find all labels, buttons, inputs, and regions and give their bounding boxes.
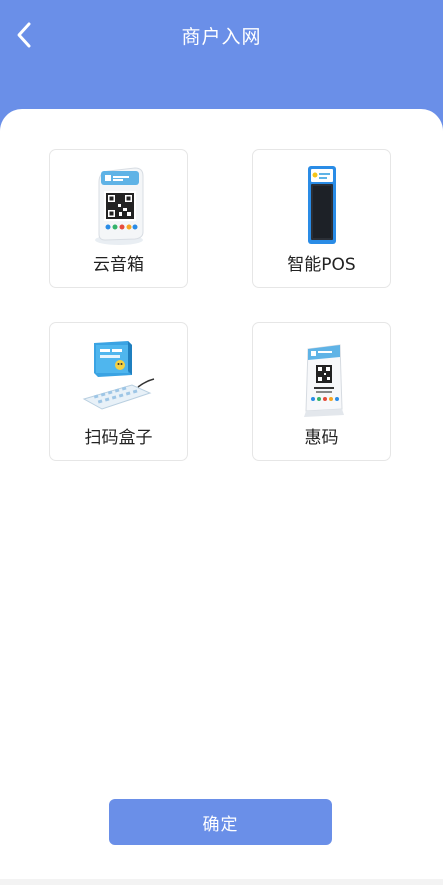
product-label: 云音箱 bbox=[93, 255, 144, 275]
product-tile-cloud-speaker[interactable]: 云音箱 bbox=[49, 149, 188, 288]
product-tile-qr-stand[interactable]: 惠码 bbox=[252, 322, 391, 461]
confirm-button[interactable]: 确定 bbox=[109, 799, 332, 845]
product-label: 扫码盒子 bbox=[84, 428, 153, 448]
product-tile-scan-box[interactable]: 扫码盒子 bbox=[49, 322, 188, 461]
merchant-onboarding-screen: 商户入网 云音箱 智能POS 扫码盒子 惠码 确定 bbox=[0, 0, 443, 885]
page-title: 商户入网 bbox=[181, 26, 262, 48]
scan-box-image bbox=[82, 341, 154, 410]
cloud-speaker-image bbox=[94, 167, 143, 245]
qr-stand-image bbox=[303, 344, 344, 417]
product-label: 惠码 bbox=[304, 428, 339, 448]
bottom-safe-area bbox=[0, 879, 443, 885]
header-bar: 商户入网 bbox=[0, 0, 443, 110]
smart-pos-image bbox=[307, 166, 336, 244]
product-label: 智能POS bbox=[287, 255, 356, 275]
product-tile-smart-pos[interactable]: 智能POS bbox=[252, 149, 391, 288]
